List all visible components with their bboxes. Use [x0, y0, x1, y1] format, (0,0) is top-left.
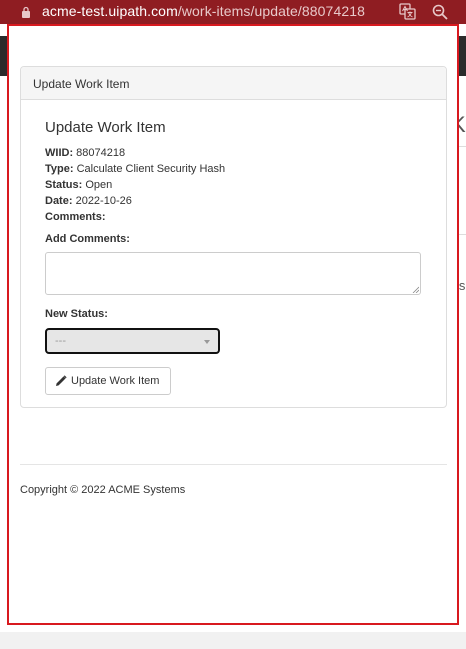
- footer-divider: [20, 464, 447, 465]
- wiid-row: WIID: 88074218: [45, 145, 225, 161]
- page-title: Update Work Item: [45, 119, 166, 136]
- pencil-icon: [56, 375, 67, 386]
- translate-icon[interactable]: [399, 3, 416, 20]
- lock-icon: [22, 6, 30, 18]
- type-label: Type:: [45, 163, 74, 175]
- url-host: acme-test.uipath.com: [42, 3, 178, 19]
- type-row: Type: Calculate Client Security Hash: [45, 161, 225, 177]
- wiid-value: 88074218: [76, 147, 126, 159]
- add-comments-label: Add Comments:: [45, 233, 130, 245]
- update-work-item-button[interactable]: Update Work Item: [45, 367, 171, 395]
- status-row: Status: Open: [45, 177, 225, 193]
- panel-heading: Update Work Item: [21, 67, 446, 100]
- chevron-down-icon: [204, 340, 210, 344]
- add-comments-textarea[interactable]: [45, 252, 421, 295]
- url-path: /work-items/update/88074218: [177, 3, 365, 19]
- new-status-selected-value: ---: [55, 335, 66, 347]
- background-divider: [458, 146, 466, 147]
- wiid-label: WIID:: [45, 147, 74, 159]
- zoom-out-icon[interactable]: [432, 4, 448, 20]
- update-work-item-panel: Update Work Item Update Work Item WIID: …: [20, 66, 447, 408]
- url-text[interactable]: acme-test.uipath.com/work-items/update/8…: [42, 3, 365, 19]
- type-value: Calculate Client Security Hash: [76, 163, 226, 175]
- comments-row: Comments:: [45, 209, 225, 225]
- popup-window: Update Work Item Update Work Item WIID: …: [7, 24, 459, 625]
- comments-label: Comments:: [45, 211, 106, 223]
- new-status-label: New Status:: [45, 308, 108, 320]
- date-label: Date:: [45, 195, 73, 207]
- new-status-select[interactable]: ---: [45, 328, 220, 354]
- date-row: Date: 2022-10-26: [45, 193, 225, 209]
- update-work-item-button-label: Update Work Item: [71, 375, 160, 387]
- work-item-details: WIID: 88074218 Type: Calculate Client Se…: [45, 145, 225, 225]
- resize-grip-icon[interactable]: [412, 286, 419, 293]
- status-value: Open: [85, 179, 113, 191]
- status-label: Status:: [45, 179, 83, 191]
- background-divider: [458, 234, 466, 235]
- browser-address-bar: acme-test.uipath.com/work-items/update/8…: [0, 0, 466, 24]
- copyright-text: Copyright © 2022 ACME Systems: [20, 484, 186, 496]
- date-value: 2022-10-26: [75, 195, 132, 207]
